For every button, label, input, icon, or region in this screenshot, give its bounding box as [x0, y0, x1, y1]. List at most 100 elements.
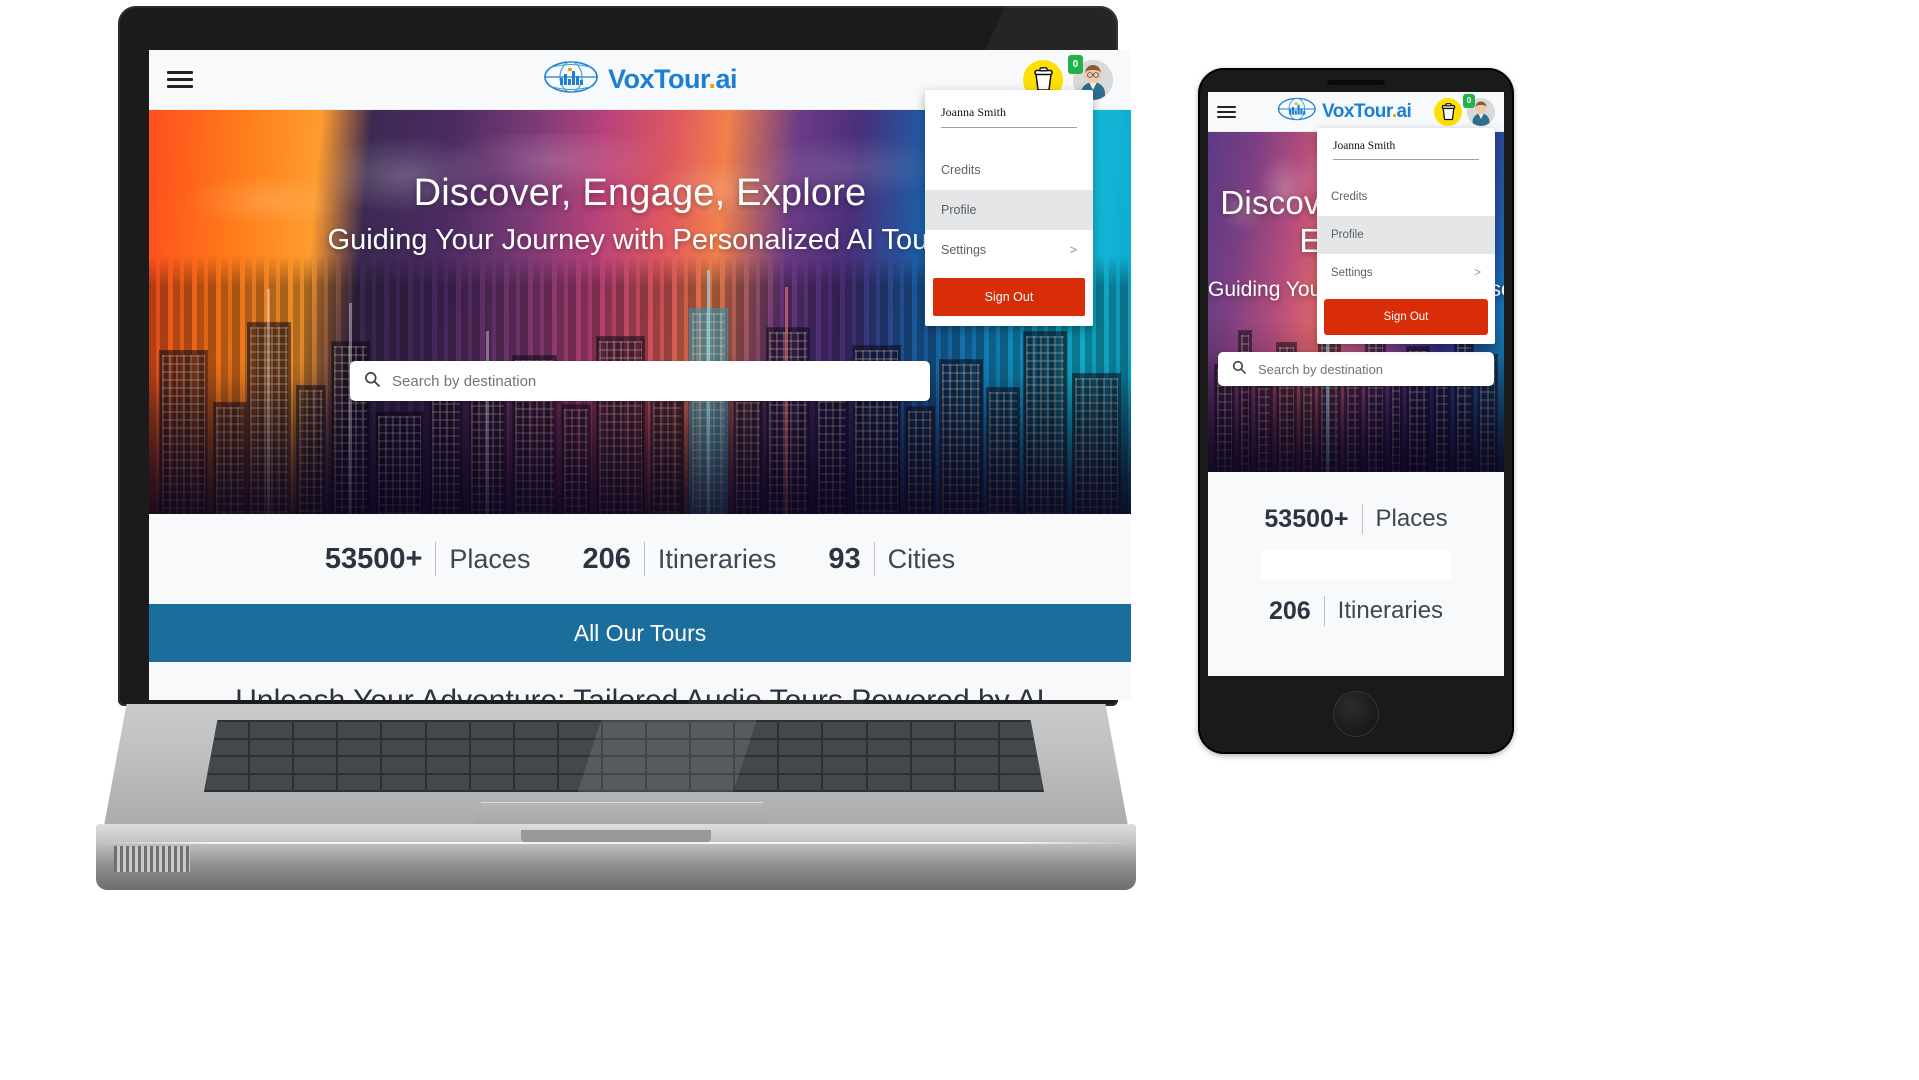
search-bar[interactable]: Search by destination: [350, 361, 930, 401]
keyboard-key: [647, 774, 690, 790]
laptop-vents: [114, 846, 190, 872]
phone-screen: VoxTour.ai 0 Discover, Guiding Your Sear…: [1208, 92, 1504, 676]
keyboard-key: [999, 757, 1042, 773]
user-menu-name-wrap: Joanna Smith: [1317, 140, 1495, 159]
keyboard-key: [735, 722, 778, 738]
phone-app-header: VoxTour.ai 0: [1208, 92, 1504, 132]
laptop-screen: VoxTour.ai 0 Discover, Engage, Explore G…: [149, 50, 1131, 700]
keyboard-key: [250, 757, 293, 773]
credits-badge: 0: [1463, 93, 1475, 108]
keyboard-key: [426, 739, 469, 755]
menu-item-profile[interactable]: Profile: [925, 190, 1093, 230]
keyboard-key: [514, 739, 557, 755]
stat-separator-block: [1261, 550, 1451, 580]
search-icon: [1232, 360, 1246, 379]
keyboard-key: [602, 774, 646, 790]
menu-item-label: Credits: [1331, 191, 1368, 203]
phone-mockup: VoxTour.ai 0 Discover, Guiding Your Sear…: [1198, 68, 1514, 754]
menu-item-credits[interactable]: Credits: [1317, 178, 1495, 216]
keyboard-key: [514, 722, 557, 738]
keyboard-key: [955, 739, 998, 755]
brand-name: VoxTour.ai: [607, 64, 738, 94]
stat-label: Itineraries: [1337, 597, 1444, 624]
keyboard-key: [294, 739, 337, 755]
sign-out-button[interactable]: Sign Out: [933, 278, 1085, 316]
user-menu-name: Joanna Smith: [941, 105, 1006, 119]
menu-item-label: Profile: [941, 203, 977, 217]
keyboard-key: [470, 757, 513, 773]
keyboard-key: [955, 757, 998, 773]
keyboard-key: [250, 739, 293, 755]
keyboard-key: [382, 722, 425, 738]
keyboard-key: [382, 739, 425, 755]
menu-item-label: Profile: [1331, 229, 1364, 241]
keyboard-key: [250, 722, 293, 738]
stat-label: Cities: [887, 543, 956, 574]
keyboard-key: [470, 739, 513, 755]
phone-home-button[interactable]: [1333, 691, 1379, 737]
menu-item-settings[interactable]: Settings >: [925, 230, 1093, 270]
menu-item-label: Credits: [941, 163, 981, 177]
keyboard-key: [691, 739, 734, 755]
keyboard-key: [294, 757, 337, 773]
stat-number: 53500+: [324, 542, 423, 575]
keyboard-key: [294, 722, 337, 738]
keyboard-key: [911, 722, 954, 738]
keyboard-key: [779, 774, 822, 790]
search-input-placeholder[interactable]: Search by destination: [1258, 362, 1383, 377]
user-menu-spacer: [1317, 160, 1495, 178]
laptop-keyboard: [204, 720, 1044, 792]
all-our-tours-button[interactable]: All Our Tours: [149, 604, 1131, 662]
menu-item-settings[interactable]: Settings >: [1317, 254, 1495, 292]
laptop-mockup: VoxTour.ai 0 Discover, Engage, Explore G…: [96, 6, 1136, 890]
keyboard-key: [691, 757, 734, 773]
keyboard-key: [691, 774, 734, 790]
keyboard-key: [955, 722, 998, 738]
keyboard-key: [999, 774, 1042, 790]
brand-logo[interactable]: VoxTour.ai: [1277, 97, 1412, 126]
menu-item-profile[interactable]: Profile: [1317, 216, 1495, 254]
keyboard-key: [602, 757, 646, 773]
keyboard-key: [558, 722, 601, 738]
search-bar[interactable]: Search by destination: [1218, 352, 1494, 386]
stat-places: 53500+ Places: [324, 542, 531, 576]
user-menu-dropdown: Joanna Smith Credits Profile Settings > …: [925, 90, 1093, 326]
laptop-front-edge: [96, 824, 1136, 890]
keyboard-key: [382, 774, 425, 790]
keyboard-key: [426, 757, 469, 773]
keyboard-key: [206, 774, 249, 790]
coffee-cup-icon[interactable]: [1434, 97, 1462, 126]
stat-divider: [643, 542, 645, 576]
keyboard-key: [867, 739, 910, 755]
chevron-right-icon: >: [1069, 243, 1077, 257]
hamburger-menu-icon[interactable]: [1217, 105, 1236, 118]
phone-earpiece: [1327, 80, 1385, 85]
keyboard-key: [470, 722, 513, 738]
keyboard-key: [338, 757, 381, 773]
brand-name: VoxTour.ai: [1321, 100, 1412, 122]
avatar[interactable]: 0: [1463, 93, 1495, 126]
stat-number: 206: [1268, 596, 1311, 625]
user-menu-dropdown: Joanna Smith Credits Profile Settings > …: [1317, 128, 1495, 344]
menu-item-credits[interactable]: Credits: [925, 150, 1093, 190]
stat-divider: [1361, 504, 1363, 534]
keyboard-key: [735, 739, 778, 755]
keyboard-key: [294, 774, 337, 790]
brand-logo[interactable]: VoxTour.ai: [543, 60, 738, 99]
credits-badge: 0: [1068, 54, 1083, 74]
keyboard-key: [779, 739, 822, 755]
keyboard-key: [426, 774, 469, 790]
stat-label: Places: [449, 543, 531, 574]
search-input-placeholder[interactable]: Search by destination: [392, 373, 536, 390]
keyboard-key: [691, 722, 734, 738]
laptop-deck: [104, 704, 1128, 826]
sign-out-button[interactable]: Sign Out: [1324, 299, 1488, 335]
keyboard-key: [382, 757, 425, 773]
keyboard-key: [338, 774, 381, 790]
hamburger-menu-icon[interactable]: [167, 71, 193, 88]
menu-item-label: Settings: [1331, 267, 1373, 279]
stat-number: 93: [828, 542, 861, 575]
keyboard-key: [602, 739, 646, 755]
stat-number: 206: [582, 542, 631, 575]
keyboard-key: [647, 722, 690, 738]
